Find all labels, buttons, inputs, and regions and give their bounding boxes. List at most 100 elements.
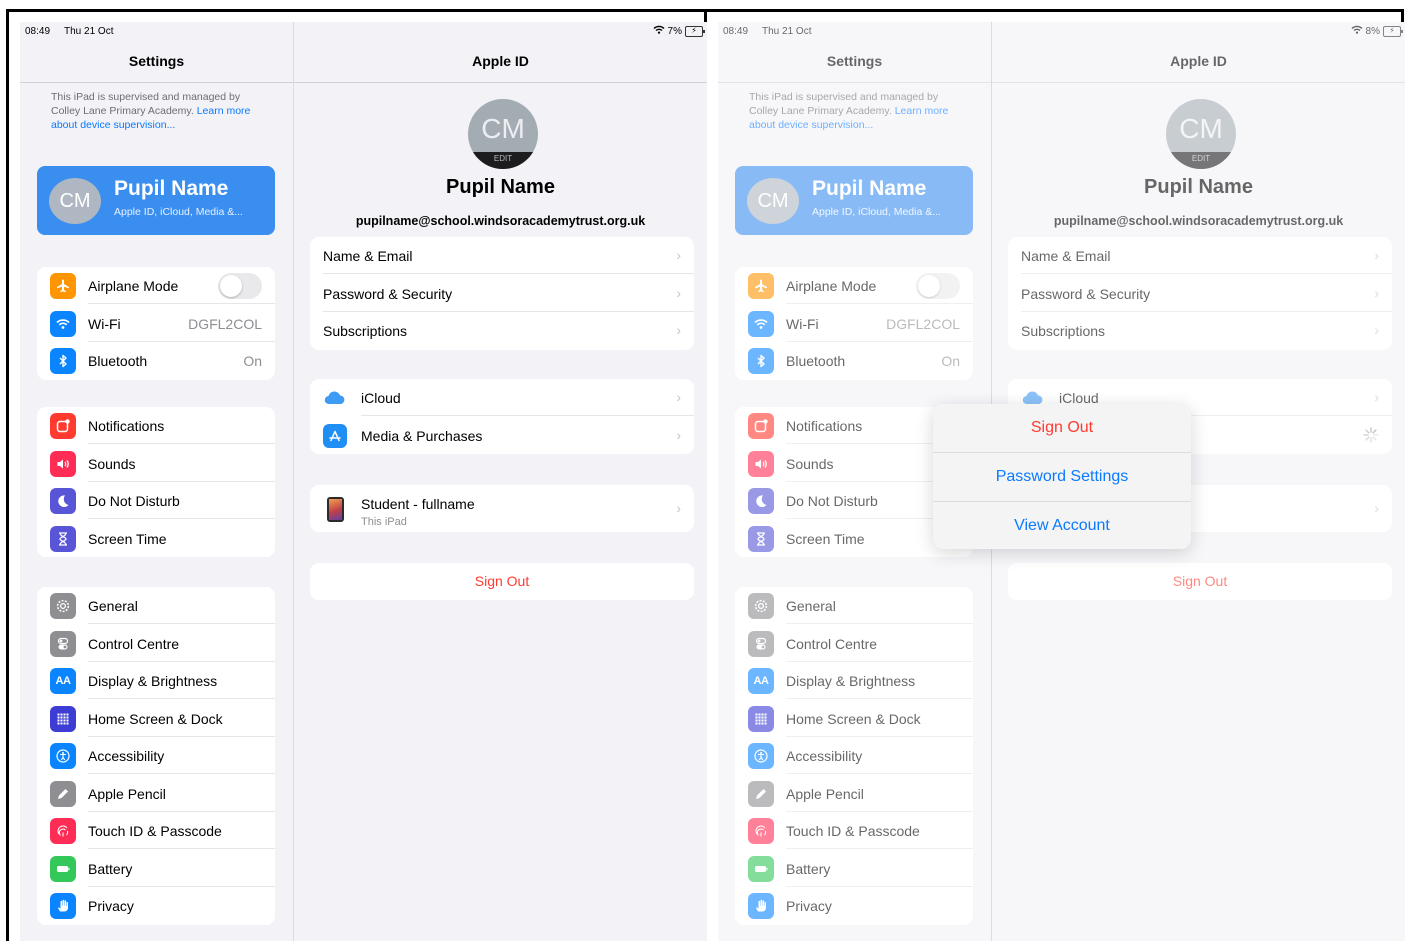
gear-icon [50, 593, 76, 619]
sidebar-item-general[interactable]: General [37, 587, 275, 624]
sidebar-item-control-centre[interactable]: Control Centre [37, 625, 275, 662]
fingerprint-icon [50, 818, 76, 844]
detail-row-label: Media & Purchases [361, 427, 483, 444]
profile-photo-initials: CM [481, 113, 525, 144]
sidebar-header-divider [20, 82, 293, 83]
chevron-right-icon: › [676, 426, 681, 443]
popover-password-settings-button[interactable]: Password Settings [933, 453, 1191, 501]
hand-icon [50, 893, 76, 919]
sidebar-item-battery[interactable]: Battery [37, 850, 275, 887]
sidebar-item-display-and-brightness[interactable]: AA Display & Brightness [37, 662, 275, 699]
toggle-knob [220, 275, 242, 297]
pencil-icon [50, 780, 76, 807]
battery-icon [50, 855, 76, 882]
apple-id-detail-pane: Apple ID CM EDIT Pupil Name pupilname@school… [294, 22, 707, 941]
detail-row-password-and-security[interactable]: Password & Security › [310, 275, 694, 312]
avatar: CM [49, 178, 101, 224]
frame-left [6, 9, 9, 941]
bluetooth-icon [50, 348, 76, 374]
sign-out-popover: Sign Out Password Settings View Account [933, 404, 1191, 549]
status-date: Thu 21 Oct [64, 26, 114, 37]
popover-sign-out-button[interactable]: Sign Out [933, 404, 1191, 452]
detail-row-icloud[interactable]: iCloud › [310, 379, 694, 416]
airplane-icon [50, 273, 76, 299]
profile-photo[interactable]: CM EDIT [468, 99, 538, 169]
speaker-icon [50, 450, 76, 477]
detail-header-divider [294, 82, 707, 83]
sidebar-item-sounds[interactable]: Sounds [37, 445, 275, 482]
devices-group: Student - fullname This iPad › [310, 485, 694, 532]
detail-row-media-and-purchases[interactable]: Media & Purchases › [310, 417, 694, 454]
sidebar-item-touch-id-and-passcode[interactable]: Touch ID & Passcode [37, 812, 275, 849]
sidebar-item-label: General [88, 598, 138, 614]
account-settings-group: Name & Email › Password & Security › Subscri… [310, 237, 694, 350]
sidebar-item-screen-time[interactable]: Screen Time [37, 520, 275, 557]
sidebar-item-value: DGFL2COL [188, 315, 262, 332]
home-grid-icon [50, 705, 76, 732]
account-name: Pupil Name [446, 176, 555, 198]
status-time: 08:49 [25, 26, 51, 37]
sidebar-item-accessibility[interactable]: Accessibility [37, 737, 275, 774]
profile-name: Pupil Name [114, 177, 229, 200]
settings-group: Notifications Sounds Do Not Disturb Screen … [37, 407, 275, 557]
sidebar-item-bluetooth[interactable]: Bluetooth On [37, 342, 275, 379]
switches-icon [50, 630, 76, 657]
sidebar-item-apple-pencil[interactable]: Apple Pencil [37, 775, 275, 812]
status-bar: 08:49 Thu 21 Oct 7% ⚡ [20, 22, 707, 40]
sidebar-item-privacy[interactable]: Privacy [37, 887, 275, 924]
sidebar-item-label: Control Centre [88, 635, 180, 652]
sidebar-item-label: Home Screen & Dock [88, 710, 223, 727]
detail-row-label: iCloud [361, 390, 401, 406]
app-store-icon [323, 423, 347, 448]
battery-percent: 7% [667, 25, 682, 37]
sidebar-item-airplane-mode[interactable]: Airplane Mode [37, 267, 275, 304]
detail-row-label: Name & Email [323, 248, 413, 264]
sidebar-item-label: Wi-Fi [88, 315, 121, 332]
sidebar-item-home-screen-and-dock[interactable]: Home Screen & Dock [37, 700, 275, 737]
chevron-right-icon: › [676, 284, 681, 301]
apple-id-profile-card[interactable]: CM Pupil Name Apple ID, iCloud, Media &... [37, 166, 275, 235]
sidebar-item-notifications[interactable]: Notifications [37, 407, 275, 444]
hourglass-icon [50, 525, 76, 552]
detail-row-label: Subscriptions [323, 323, 408, 339]
sign-out-button[interactable]: Sign Out [310, 563, 694, 600]
sidebar-item-label: Airplane Mode [88, 278, 179, 294]
sidebar-item-label: Bluetooth [88, 353, 148, 369]
display-icon: AA [50, 668, 76, 694]
ipad-screen-left: 08:49 Thu 21 Oct 7% ⚡ Settings This iPad is s… [20, 22, 707, 941]
sidebar-item-value: On [243, 353, 262, 369]
detail-row-label: Password & Security [323, 285, 453, 302]
sidebar-item-label: Accessibility [88, 748, 165, 764]
sidebar-item-wi-fi[interactable]: Wi-Fi DGFL2COL [37, 305, 275, 342]
wifi-status-icon [653, 25, 665, 37]
notifications-icon [50, 413, 76, 439]
profile-subtitle: Apple ID, iCloud, Media &... [114, 206, 243, 218]
settings-group: General Control Centre AA Display & Brightn… [37, 587, 275, 925]
sidebar-item-label: Do Not Disturb [88, 493, 180, 509]
settings-group: Airplane Mode Wi-Fi DGFL2COL Bluetooth On [37, 267, 275, 380]
popover-view-account-button[interactable]: View Account [933, 502, 1191, 549]
device-subtitle: This iPad [361, 516, 407, 528]
detail-title: Apple ID [472, 53, 529, 69]
battery-charging-icon: ⚡ [685, 25, 705, 37]
chevron-right-icon: › [676, 500, 681, 516]
detail-row-name-and-email[interactable]: Name & Email › [310, 237, 694, 274]
frame-top-left [6, 9, 704, 12]
airplane-mode-toggle[interactable] [218, 273, 262, 299]
icloud-icon [323, 386, 347, 410]
frame-top-right [704, 9, 1404, 12]
detail-row-subscriptions[interactable]: Subscriptions › [310, 312, 694, 349]
ipad-screen-right: 08:49 Thu 21 Oct 8% ⚡ Settings This iPad is s… [718, 22, 1405, 941]
services-group: iCloud › Media & Purchases › [310, 379, 694, 454]
sidebar-item-do-not-disturb[interactable]: Do Not Disturb [37, 482, 275, 519]
supervision-notice: This iPad is supervised and managed by C… [51, 90, 266, 132]
account-email: pupilname@school.windsoracademytrust.org… [355, 214, 646, 228]
chevron-right-icon: › [676, 322, 681, 338]
device-row[interactable]: Student - fullname This iPad › [310, 485, 694, 532]
edit-photo-label: EDIT [468, 152, 538, 169]
sidebar-item-label: Apple Pencil [88, 785, 166, 802]
sidebar-item-label: Screen Time [88, 530, 167, 547]
sidebar-item-label: Privacy [88, 898, 134, 914]
sidebar-item-label: Touch ID & Passcode [88, 823, 222, 839]
sidebar-item-label: Display & Brightness [88, 673, 218, 689]
